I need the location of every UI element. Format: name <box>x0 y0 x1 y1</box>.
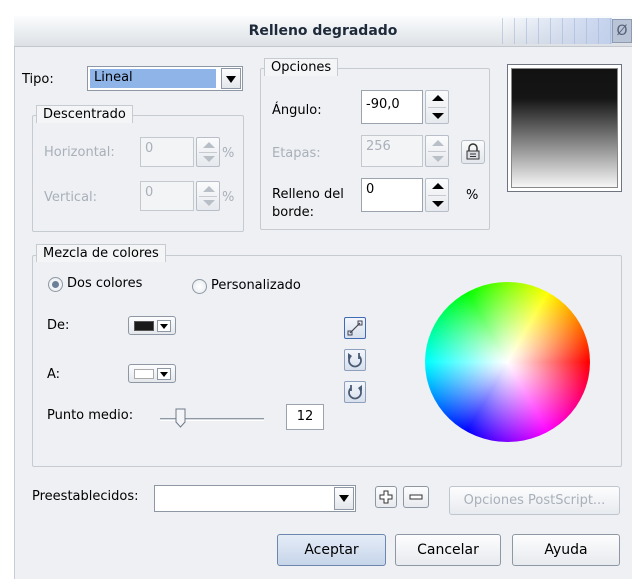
edge-pad-label-1: Relleno del <box>272 187 344 202</box>
offset-group <box>32 115 244 232</box>
chevron-down-icon[interactable] <box>157 320 171 332</box>
postscript-options-button[interactable]: Opciones PostScript... <box>449 486 620 515</box>
help-button[interactable]: Ayuda <box>512 534 620 566</box>
remove-preset-button[interactable] <box>403 486 429 508</box>
type-dropdown[interactable]: Lineal <box>87 66 243 91</box>
lock-icon[interactable] <box>461 140 485 164</box>
custom-label[interactable]: Personalizado <box>211 278 301 293</box>
spin-up-icon[interactable] <box>432 140 444 146</box>
title-decoration <box>502 18 612 44</box>
chevron-down-icon[interactable] <box>334 487 354 510</box>
spin-up-icon[interactable] <box>203 142 215 148</box>
spin-up-icon[interactable] <box>432 95 444 101</box>
color-blend-legend: Mezcla de colores <box>36 244 166 262</box>
angle-spinner[interactable] <box>425 90 449 124</box>
line-direction-icon[interactable] <box>344 317 366 339</box>
two-colors-radio[interactable] <box>48 277 63 292</box>
to-label: A: <box>47 367 61 382</box>
horizontal-spinner[interactable] <box>196 137 220 167</box>
spin-down-icon[interactable] <box>203 156 215 162</box>
type-label: Tipo: <box>22 72 54 87</box>
spin-up-icon[interactable] <box>432 183 444 189</box>
cancel-button[interactable]: Cancelar <box>395 534 501 566</box>
edge-pad-spinner[interactable] <box>425 178 449 212</box>
counterclockwise-icon[interactable] <box>344 349 366 371</box>
close-icon[interactable]: Ø <box>612 19 632 43</box>
spin-up-icon[interactable] <box>203 186 215 192</box>
add-preset-button[interactable] <box>375 486 397 508</box>
to-color-swatch <box>134 369 154 379</box>
from-color-picker[interactable] <box>128 316 176 335</box>
edge-pad-field[interactable]: 0 <box>361 178 423 212</box>
minus-icon <box>409 494 423 500</box>
horizontal-label: Horizontal: <box>44 145 115 160</box>
midpoint-label: Punto medio: <box>47 408 134 423</box>
vertical-unit: % <box>222 190 235 205</box>
midpoint-field[interactable]: 12 <box>286 404 324 430</box>
to-color-picker[interactable] <box>128 364 176 383</box>
plus-icon <box>379 490 393 504</box>
midpoint-slider-thumb[interactable] <box>175 408 186 428</box>
steps-label: Etapas: <box>272 146 321 161</box>
vertical-spinner[interactable] <box>196 181 220 211</box>
spin-down-icon[interactable] <box>432 113 444 119</box>
angle-field[interactable]: -90,0 <box>361 90 423 124</box>
options-group-legend: Opciones <box>264 58 339 76</box>
spin-down-icon[interactable] <box>432 156 444 162</box>
chevron-down-icon[interactable] <box>221 68 241 89</box>
vertical-label: Vertical: <box>44 190 98 205</box>
title-bar: Relleno degradado Ø <box>14 16 632 47</box>
chevron-down-icon[interactable] <box>157 368 171 380</box>
custom-radio[interactable] <box>192 279 207 294</box>
from-label: De: <box>47 318 70 333</box>
horizontal-field[interactable]: 0 <box>140 137 194 167</box>
presets-label: Preestablecidos: <box>32 489 139 504</box>
clockwise-icon[interactable] <box>344 381 366 403</box>
spin-down-icon[interactable] <box>432 201 444 207</box>
horizontal-unit: % <box>222 146 235 161</box>
color-wheel[interactable] <box>425 282 590 442</box>
steps-field[interactable]: 256 <box>361 135 423 167</box>
angle-label: Ángulo: <box>272 103 322 118</box>
presets-value <box>155 489 163 497</box>
edge-pad-label-2: borde: <box>272 205 314 220</box>
two-colors-label[interactable]: Dos colores <box>67 276 142 291</box>
type-dropdown-value: Lineal <box>90 69 216 88</box>
edge-pad-unit: % <box>466 188 479 203</box>
ok-button[interactable]: Aceptar <box>277 534 386 566</box>
spin-down-icon[interactable] <box>203 200 215 206</box>
from-color-swatch <box>134 321 154 331</box>
offset-group-legend: Descentrado <box>36 105 133 123</box>
vertical-field[interactable]: 0 <box>140 181 194 211</box>
steps-spinner[interactable] <box>425 135 449 167</box>
presets-dropdown[interactable] <box>154 485 356 512</box>
gradient-preview <box>507 64 622 192</box>
gradient-preview-fill <box>511 68 618 188</box>
